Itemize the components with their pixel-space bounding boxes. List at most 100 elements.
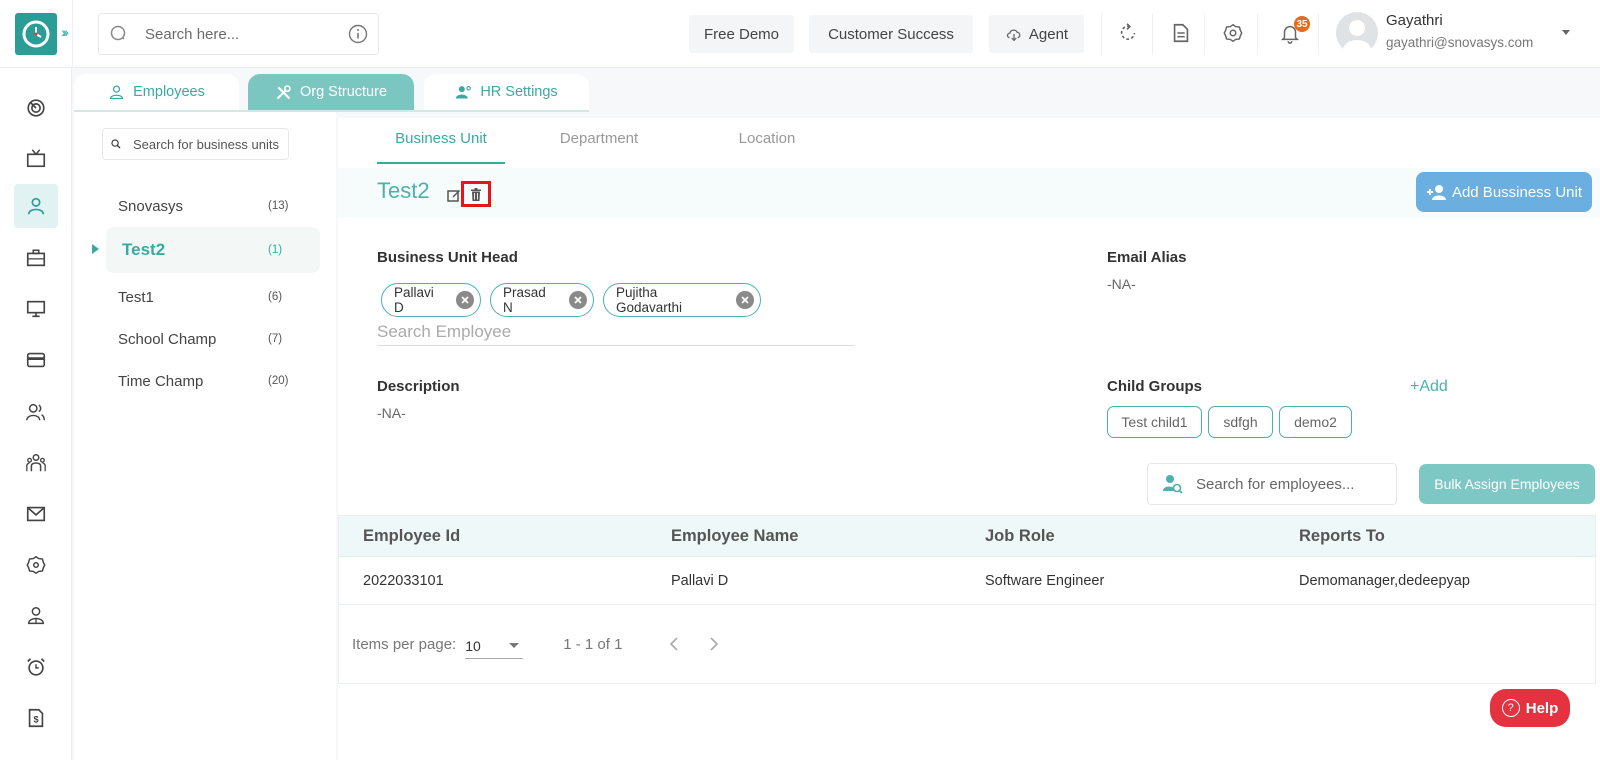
employee-name-cell: Pallavi D	[671, 572, 729, 589]
business-unit-search-input[interactable]	[133, 136, 288, 152]
users-icon	[26, 403, 45, 421]
bu-name: Test2	[122, 240, 166, 259]
user-name: Gayathri	[1386, 12, 1443, 29]
info-icon[interactable]	[348, 24, 368, 44]
unit-header: Test2 Add Bussiness Unit	[338, 168, 1600, 218]
settings-gear-icon[interactable]	[1220, 20, 1246, 46]
subtab-department[interactable]: Department	[534, 130, 664, 164]
items-per-page-value: 10	[465, 637, 481, 654]
business-unit-search[interactable]	[102, 128, 289, 160]
unit-title: Test2	[377, 178, 430, 203]
column-header: Reports To	[1299, 526, 1385, 545]
nav-employee-profile[interactable]	[14, 594, 58, 638]
column-header: Employee Name	[671, 526, 799, 545]
monitor-icon	[26, 300, 46, 318]
divider	[72, 0, 73, 68]
subtab-location[interactable]: Location	[702, 130, 832, 164]
divider	[1318, 13, 1319, 55]
business-unit-details: Business Unit Department Location Test2 …	[338, 118, 1600, 760]
add-business-unit-button[interactable]: Add Bussiness Unit	[1416, 172, 1592, 212]
settings-icon	[26, 555, 46, 575]
user-menu-caret-icon[interactable]	[1562, 30, 1570, 35]
sub-tabs: Business Unit Department Location	[338, 118, 846, 164]
remove-chip-icon[interactable]	[456, 291, 474, 309]
expand-sidebar-icon[interactable]: ›››	[61, 24, 69, 40]
customer-success-button[interactable]: Customer Success	[809, 15, 973, 53]
notification-bell-icon[interactable]: 35	[1277, 16, 1310, 46]
nav-mail[interactable]	[14, 492, 58, 536]
dashboard-icon	[27, 99, 45, 117]
business-unit-head-label: Business Unit Head	[377, 249, 518, 266]
items-per-page-select[interactable]: 10	[465, 629, 524, 659]
bu-item-snovasys[interactable]: Snovasys (13)	[106, 183, 320, 229]
bu-item-test2[interactable]: Test2 (1)	[106, 227, 320, 273]
clock-logo-icon	[22, 20, 50, 48]
nav-payments[interactable]	[14, 338, 58, 382]
bu-item-time-champ[interactable]: Time Champ (20)	[106, 358, 320, 404]
user-email: gayathri@snovasys.com	[1386, 35, 1534, 50]
divider	[1152, 13, 1153, 55]
column-header: Employee Id	[363, 526, 461, 545]
subtab-business-unit[interactable]: Business Unit	[377, 130, 505, 164]
avatar[interactable]	[1336, 12, 1378, 54]
bu-name: Test1	[118, 288, 154, 306]
card-icon	[26, 352, 46, 368]
free-demo-button[interactable]: Free Demo	[689, 15, 794, 53]
person-icon	[110, 84, 124, 99]
remove-chip-icon[interactable]	[569, 291, 587, 309]
page-range: 1 - 1 of 1	[563, 635, 623, 653]
bulk-assign-employees-button[interactable]: Bulk Assign Employees	[1419, 464, 1595, 504]
bu-count: (6)	[268, 291, 283, 303]
tab-hr-settings[interactable]: HR Settings	[424, 74, 589, 110]
child-group-chip[interactable]: sdfgh	[1208, 406, 1273, 438]
employee-search-input[interactable]	[1196, 475, 1386, 493]
next-page-button[interactable]	[704, 634, 724, 654]
nav-projects[interactable]	[14, 236, 58, 280]
tools-icon	[276, 84, 291, 99]
refresh-icon[interactable]	[1115, 20, 1141, 46]
table-row[interactable]: 2022033101 Pallavi D Software Engineer D…	[339, 557, 1595, 605]
nav-monitor[interactable]	[14, 287, 58, 331]
child-group-chip[interactable]: demo2	[1279, 406, 1352, 438]
edit-icon[interactable]	[447, 188, 461, 202]
email-alias-label: Email Alias	[1107, 249, 1187, 266]
nav-dashboard[interactable]	[14, 86, 58, 130]
left-sidebar: $	[0, 68, 72, 760]
help-button[interactable]: ? Help	[1490, 689, 1570, 727]
invoice-icon: $	[28, 708, 44, 728]
document-icon[interactable]	[1168, 20, 1194, 46]
user-icon	[27, 197, 45, 215]
employee-id-cell: 2022033101	[363, 572, 444, 589]
hr-settings-icon	[456, 85, 472, 98]
employee-search[interactable]	[1147, 463, 1397, 505]
chip-label: Pujitha Godavarthi	[616, 285, 683, 315]
nav-users[interactable]	[14, 390, 58, 434]
tab-org-structure[interactable]: Org Structure	[248, 74, 414, 110]
email-alias-value: -NA-	[1107, 276, 1136, 292]
delete-button[interactable]	[461, 181, 491, 207]
head-chip: Pallavi D	[381, 283, 481, 317]
previous-page-button[interactable]	[664, 634, 684, 654]
nav-employees[interactable]	[14, 184, 58, 228]
add-child-group-link[interactable]: +Add	[1410, 378, 1448, 396]
description-value: -NA-	[377, 405, 406, 421]
head-chip: Prasad N	[490, 283, 594, 317]
app-logo[interactable]	[15, 13, 57, 55]
bu-item-test1[interactable]: Test1 (6)	[106, 274, 320, 320]
divider	[1204, 13, 1205, 55]
global-search-input[interactable]	[145, 25, 325, 43]
nav-team[interactable]	[14, 441, 58, 485]
bu-item-school-champ[interactable]: School Champ (7)	[106, 316, 320, 362]
nav-settings[interactable]	[14, 543, 58, 587]
tab-employees[interactable]: Employees	[74, 74, 239, 110]
global-search[interactable]	[98, 13, 379, 55]
nav-invoices[interactable]: $	[14, 696, 58, 740]
cloud-download-icon	[1006, 29, 1021, 42]
nav-tv[interactable]	[14, 136, 58, 180]
search-employee-input[interactable]	[377, 318, 855, 346]
child-group-chip[interactable]: Test child1	[1107, 406, 1202, 438]
remove-chip-icon[interactable]	[736, 291, 754, 309]
nav-timesheet[interactable]	[14, 645, 58, 689]
agent-button[interactable]: Agent	[989, 15, 1084, 53]
bu-count: (13)	[268, 200, 289, 212]
